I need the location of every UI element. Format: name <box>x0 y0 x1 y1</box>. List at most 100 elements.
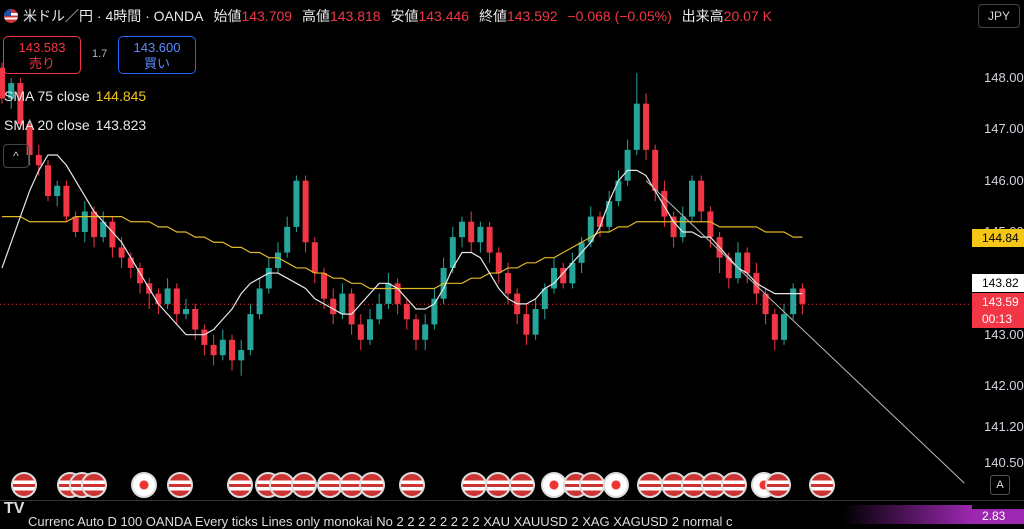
candle-body <box>477 226 484 243</box>
candle-body <box>357 324 364 340</box>
candle-body <box>302 180 309 243</box>
us-event-icon[interactable] <box>81 472 107 498</box>
spread-value: 1.7 <box>92 48 108 60</box>
sell-price: 143.583 <box>18 40 66 55</box>
candle-body <box>523 314 530 335</box>
candle-body <box>238 350 245 361</box>
price-chart[interactable] <box>0 0 970 500</box>
buy-price: 143.600 <box>133 40 181 55</box>
jp-event-icon[interactable] <box>603 472 629 498</box>
change-value: −0.068 (−0.05%) <box>567 8 672 24</box>
buy-button[interactable]: 143.600 買い <box>118 36 196 74</box>
candle-body <box>118 247 125 258</box>
candle-body <box>321 273 327 299</box>
candle-body <box>348 293 355 325</box>
sma75-legend[interactable]: SMA 75 close 144.845 <box>4 88 146 104</box>
bar-timer-tag: 00:13 <box>972 311 1024 328</box>
price-axis-tick: 140.50 <box>984 455 1024 470</box>
candle-body <box>468 221 475 243</box>
candle-body <box>689 180 695 217</box>
price-axis-tick: 148.00 <box>984 70 1024 85</box>
candle-body <box>45 165 51 197</box>
indicator-axis-tag: 2.83 <box>972 509 1024 524</box>
candle-body <box>81 211 88 232</box>
candle-body <box>643 103 649 150</box>
buy-label: 買い <box>143 56 170 71</box>
us-event-icon[interactable] <box>399 472 425 498</box>
collapse-legend-button[interactable]: ^ <box>3 144 29 168</box>
open-label: 始値 <box>213 8 242 24</box>
candle-body <box>771 314 778 340</box>
candle-body <box>173 288 180 315</box>
close-value: 143.592 <box>506 8 558 24</box>
candle-body <box>413 319 419 340</box>
sma75-label: SMA 75 close <box>4 88 90 104</box>
candle-body <box>183 309 189 315</box>
sma20-legend[interactable]: SMA 20 close 143.823 <box>4 117 146 133</box>
candle-body <box>551 267 557 289</box>
sma20-label: SMA 20 close <box>4 117 90 133</box>
candle-body <box>652 149 659 191</box>
candle-body <box>633 103 640 150</box>
candle-body <box>385 283 392 304</box>
price-axis-tick: 143.00 <box>984 326 1024 342</box>
sma20-value: 143.823 <box>95 117 147 133</box>
us-event-icon[interactable] <box>579 472 605 498</box>
candle-body <box>155 293 162 304</box>
candle-body <box>311 242 318 274</box>
price-axis-tick: 147.00 <box>984 121 1024 137</box>
us-event-icon[interactable] <box>765 472 791 498</box>
us-event-icon[interactable] <box>359 472 385 498</box>
price-axis-tag: 143.59 <box>972 293 1024 311</box>
high-label: 高値 <box>301 8 330 24</box>
us-event-icon[interactable] <box>637 472 663 498</box>
us-event-icon[interactable] <box>291 472 317 498</box>
candle-body <box>707 211 714 238</box>
sma20-axis-tag: 143.82 <box>972 274 1024 292</box>
candle-body <box>201 329 208 345</box>
candle-body <box>505 273 511 294</box>
chart-header: 米ドル／円 · 4時間 · OANDA 始値143.709 高値143.818 … <box>0 0 778 32</box>
trend-line <box>645 180 965 484</box>
sell-button[interactable]: 143.583 売り <box>3 36 81 74</box>
symbol-title[interactable]: 米ドル／円 · 4時間 · OANDA <box>23 6 203 26</box>
us-event-icon[interactable] <box>461 472 487 498</box>
candle-body <box>532 309 539 335</box>
us-event-icon[interactable] <box>809 472 835 498</box>
candle-body <box>394 283 401 304</box>
sma75-axis-tag: 144.84 <box>972 229 1024 247</box>
currency-button[interactable]: JPY <box>978 4 1020 28</box>
us-event-icon[interactable] <box>721 472 747 498</box>
candle-body <box>284 226 291 253</box>
candle-body <box>339 293 346 315</box>
ticker-fade <box>842 505 972 524</box>
candle-body <box>781 314 787 340</box>
candle-body <box>265 267 272 289</box>
open-value: 143.709 <box>241 8 293 24</box>
price-axis-tick: 142.00 <box>984 378 1024 393</box>
candle-body <box>606 201 613 227</box>
auto-scale-button[interactable]: A <box>990 475 1010 495</box>
price-axis-tick: 146.00 <box>984 172 1024 188</box>
price-axis-tick: 141.20 <box>984 419 1024 435</box>
usdjpy-flag-icon <box>4 9 18 23</box>
us-event-icon[interactable] <box>509 472 535 498</box>
candle-body <box>790 288 797 315</box>
jp-event-icon[interactable] <box>131 472 157 498</box>
us-event-icon[interactable] <box>485 472 511 498</box>
low-label: 安値 <box>390 8 419 24</box>
tradingview-logo[interactable]: TV <box>4 500 24 518</box>
candle-body <box>210 344 217 356</box>
candle-body <box>624 149 631 181</box>
us-event-icon[interactable] <box>11 472 37 498</box>
volume-label: 出来高 <box>681 8 724 24</box>
chevron-up-icon: ^ <box>13 149 19 163</box>
us-event-icon[interactable] <box>227 472 253 498</box>
candle-body <box>229 339 235 361</box>
candle-body <box>679 216 686 238</box>
candle-body <box>293 180 300 227</box>
candle-body <box>54 185 61 197</box>
us-event-icon[interactable] <box>167 472 193 498</box>
candle-body <box>422 324 429 340</box>
bottom-ticker-text: Currenc Auto D 100 OANDA Every ticks Lin… <box>28 514 733 529</box>
